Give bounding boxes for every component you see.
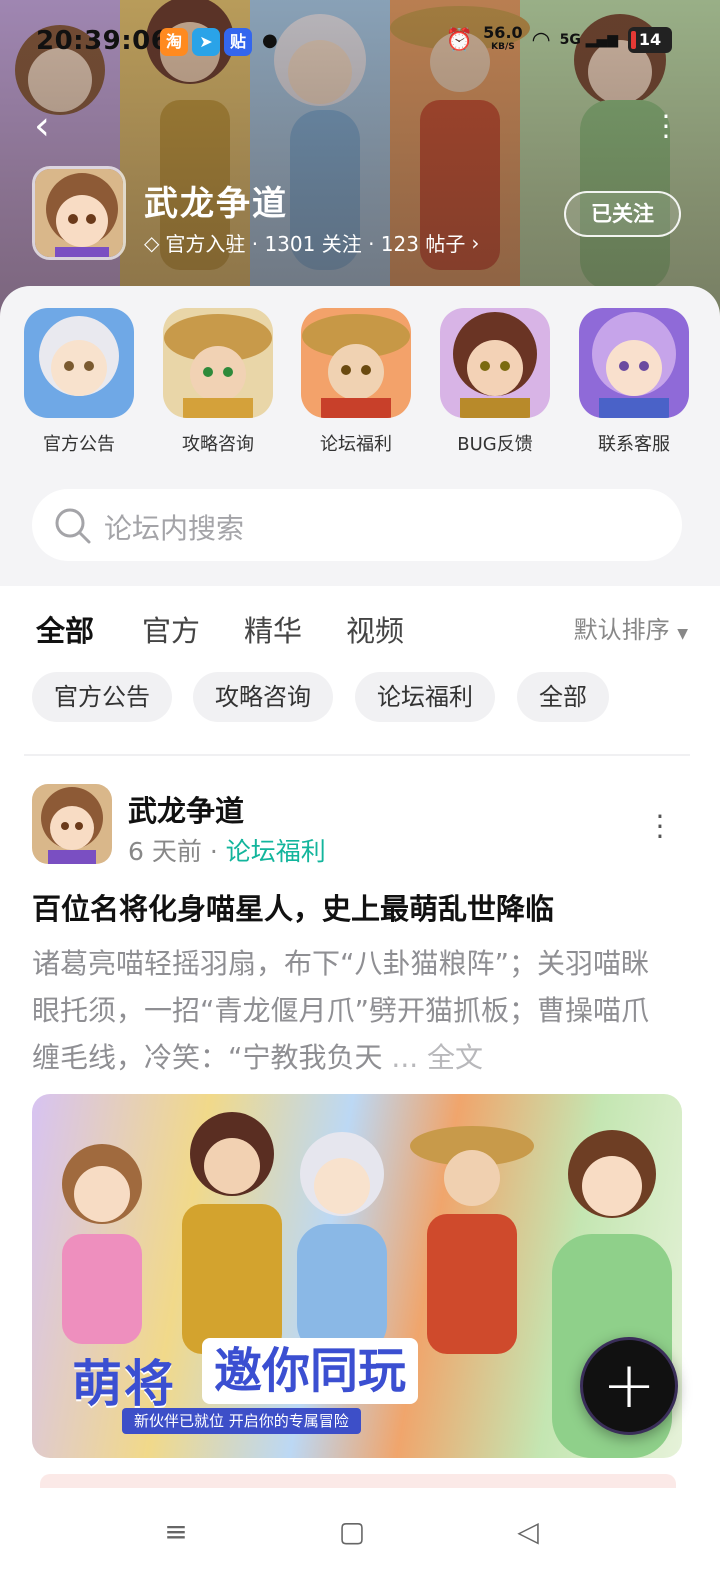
post-more-icon[interactable]: · · ·	[652, 803, 668, 851]
category-label: 官方公告	[43, 434, 115, 455]
post-filter-tabs: 全部 官方 精华 视频 默认排序 ▼	[0, 586, 720, 666]
subcategory-chips: 官方公告 攻略咨询 论坛福利 全部	[0, 670, 720, 730]
ellipsis: ...	[382, 1041, 428, 1074]
status-bar: 20:39:06 淘 ➤ 贴 ● ⏰ 56.0 KB/S ◠ 5G ▂▄▆ 14	[0, 18, 720, 66]
post-author-avatar[interactable]	[32, 784, 112, 864]
category-label: 攻略咨询	[182, 434, 254, 455]
wifi-icon: ◠	[532, 27, 550, 53]
back-icon[interactable]: ‹	[34, 106, 74, 148]
post-meta: 6 天前 · 论坛福利	[128, 832, 326, 868]
category-customer-service[interactable]: 联系客服	[578, 308, 690, 456]
category-official-announcement[interactable]: 官方公告	[23, 308, 135, 456]
category-bug-feedback[interactable]: BUG反馈	[439, 308, 551, 456]
caret-down-icon: ▼	[677, 626, 688, 642]
tab-official[interactable]: 官方	[142, 608, 200, 650]
plus-icon: +	[602, 1349, 656, 1423]
tab-featured[interactable]: 精华	[244, 608, 302, 650]
status-indicators: ⏰ 56.0 KB/S ◠ 5G ▂▄▆ 14	[445, 25, 672, 54]
forum-name: 武龙争道	[144, 184, 288, 224]
category-image	[440, 308, 550, 418]
back-triangle-icon[interactable]: ◁	[508, 1512, 548, 1552]
category-label: 联系客服	[598, 434, 670, 455]
banner-subtitle: 新伙伴已就位 开启你的专属冒险	[122, 1408, 361, 1434]
menu-icon[interactable]: ≡	[156, 1512, 196, 1552]
chevron-right-icon: ›	[471, 230, 480, 255]
notification-dot-icon: ●	[262, 30, 278, 51]
forum-shortcuts-panel: 官方公告 攻略咨询 论坛福利 BUG反馈 联系客服 论坛内搜索	[0, 286, 720, 586]
chip-welfare[interactable]: 论坛福利	[355, 672, 495, 722]
chip-all[interactable]: 全部	[517, 672, 609, 722]
category-shortcuts: 官方公告 攻略咨询 论坛福利 BUG反馈 联系客服	[0, 308, 720, 455]
search-icon	[55, 508, 91, 544]
read-full-link[interactable]: 全文	[427, 1041, 483, 1074]
post-excerpt-text: 诸葛亮喵轻摇羽扇，布下“八卦猫粮阵”；关羽喵眯眼托须，一招“青龙偃月爪”劈开猫抓…	[32, 947, 650, 1074]
post-title[interactable]: 百位名将化身喵星人，史上最萌乱世降临	[32, 886, 692, 928]
alarm-icon: ⏰	[445, 27, 474, 53]
post-category-tag[interactable]: 论坛福利	[226, 837, 326, 866]
category-image	[579, 308, 689, 418]
create-post-button[interactable]: +	[580, 1337, 678, 1435]
banner-title-cute: 萌将	[72, 1355, 176, 1413]
category-label: BUG反馈	[457, 434, 533, 455]
forum-meta-text: 官方入驻 · 1301 关注 · 123 帖子	[165, 232, 466, 256]
category-label: 论坛福利	[320, 434, 392, 455]
tieba-icon: 贴	[224, 28, 252, 56]
category-strategy[interactable]: 攻略咨询	[162, 308, 274, 456]
category-image	[163, 308, 273, 418]
net-speed-unit: KB/S	[491, 42, 515, 52]
status-time: 20:39:06	[36, 26, 170, 56]
tab-all[interactable]: 全部	[36, 608, 94, 656]
divider	[24, 754, 690, 756]
telegram-icon: ➤	[192, 28, 220, 56]
verified-diamond-icon: ◇	[144, 230, 160, 255]
home-icon[interactable]: ▢	[332, 1512, 372, 1552]
category-welfare[interactable]: 论坛福利	[300, 308, 412, 456]
forum-search-bar[interactable]: 论坛内搜索	[32, 489, 682, 561]
search-placeholder: 论坛内搜索	[104, 512, 245, 545]
tab-video[interactable]: 视频	[346, 608, 404, 650]
sort-dropdown[interactable]: 默认排序 ▼	[574, 610, 688, 645]
follow-button[interactable]: 已关注	[564, 191, 681, 237]
system-navigation-bar: ≡ ▢ ◁	[0, 1488, 720, 1584]
chip-official-announcement[interactable]: 官方公告	[32, 672, 172, 722]
meta-separator: ·	[209, 837, 226, 866]
forum-logo-art	[35, 169, 123, 257]
banner-title-invite: 邀你同玩	[202, 1338, 419, 1404]
sort-label: 默认排序	[573, 616, 670, 644]
category-image	[24, 308, 134, 418]
taobao-icon: 淘	[160, 28, 188, 56]
forum-meta[interactable]: ◇ 官方入驻 · 1301 关注 · 123 帖子 ›	[144, 228, 479, 257]
forum-page: 20:39:06 淘 ➤ 贴 ● ⏰ 56.0 KB/S ◠ 5G ▂▄▆ 14 …	[0, 0, 720, 1584]
chip-strategy[interactable]: 攻略咨询	[193, 672, 333, 722]
net-speed: 56.0 KB/S	[483, 25, 522, 54]
post-author-name[interactable]: 武龙争道	[128, 788, 244, 830]
battery-icon: 14	[628, 27, 672, 53]
category-image	[301, 308, 411, 418]
battery-level: 14	[638, 30, 662, 49]
more-options-icon[interactable]: · · ·	[656, 103, 676, 151]
signal-label: 5G	[559, 32, 581, 48]
post-excerpt[interactable]: 诸葛亮喵轻摇羽扇，布下“八卦猫粮阵”；关羽喵眯眼托须，一招“青龙偃月爪”劈开猫抓…	[32, 940, 672, 1081]
signal-icon: 5G ▂▄▆	[559, 32, 618, 48]
forum-logo	[32, 166, 126, 260]
next-post-card-edge	[40, 1474, 676, 1488]
post-time: 6 天前	[128, 837, 202, 866]
